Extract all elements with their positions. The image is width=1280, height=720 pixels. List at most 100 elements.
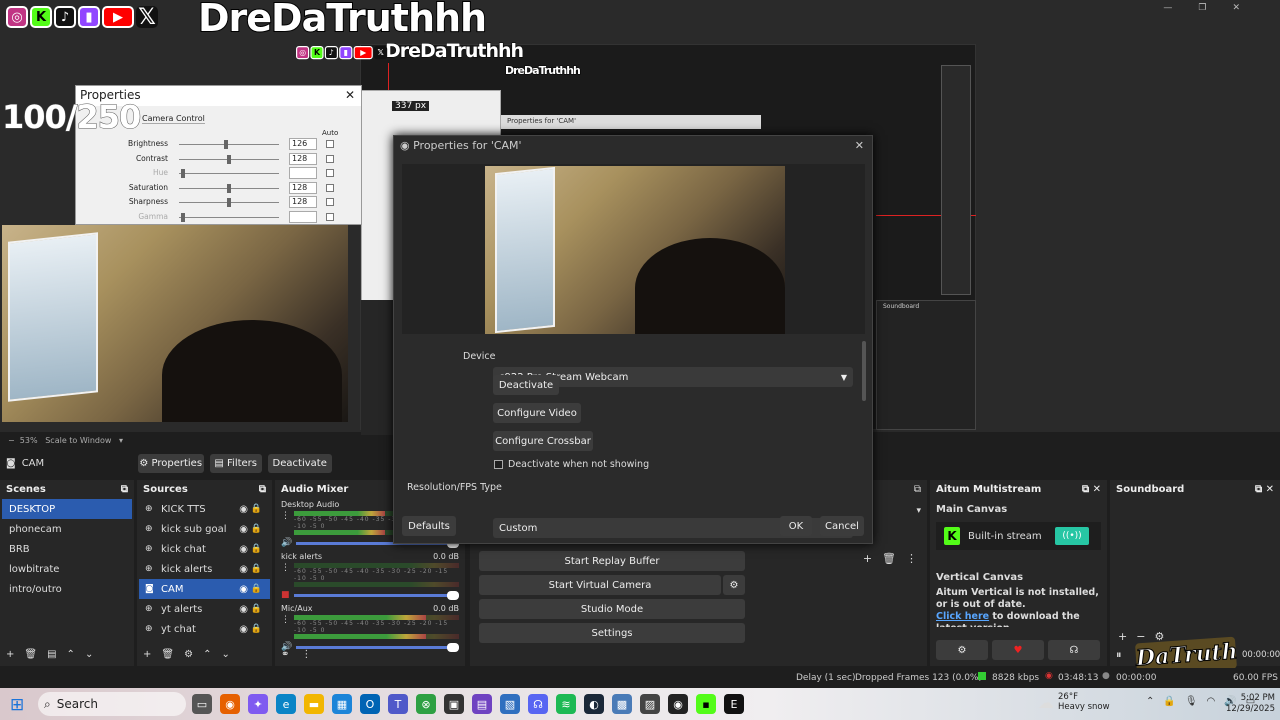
defaults-button[interactable]: Defaults [402, 516, 456, 536]
slider-knob[interactable] [227, 154, 231, 164]
wifi-icon[interactable]: ◠ [1207, 696, 1216, 707]
epic-icon[interactable]: E [724, 694, 744, 714]
source-item[interactable]: ⊕ KICK TTS ◉ 🔒 [139, 499, 270, 519]
start-replay-buffer-button[interactable]: Start Replay Buffer [479, 551, 745, 571]
copilot-icon[interactable]: ✦ [248, 694, 268, 714]
chevron-up-icon[interactable]: ⌃ [67, 649, 75, 660]
scene-item[interactable]: BRB [2, 539, 132, 559]
chevron-up-icon[interactable]: ⌃ [1146, 696, 1154, 707]
settings-button[interactable]: Settings [479, 623, 745, 643]
kebab-menu-icon[interactable]: ⋮ [281, 511, 290, 535]
kick-icon[interactable]: ▪ [696, 694, 716, 714]
auto-checkbox[interactable] [326, 198, 334, 206]
slider-knob[interactable] [181, 212, 185, 222]
chevron-down-icon[interactable]: ▾ [916, 506, 921, 516]
trash-icon[interactable]: 🗑 [24, 649, 37, 660]
steam-icon[interactable]: ◐ [584, 694, 604, 714]
dock-window-icons[interactable]: ⧉ ✕ [1255, 484, 1274, 495]
camera-prop-value[interactable]: 128 [289, 152, 317, 165]
task-view-icon[interactable]: ▭ [192, 694, 212, 714]
auto-checkbox[interactable] [326, 183, 334, 192]
source-item[interactable]: ◙ CAM ◉ 🔒 [139, 579, 270, 599]
trash-icon[interactable]: 🗑 [161, 649, 174, 660]
app-icon[interactable]: ▧ [500, 694, 520, 714]
scene-item[interactable]: phonecam [2, 519, 132, 539]
add-icon[interactable]: + [6, 649, 14, 660]
deactivate-button[interactable]: Deactivate [267, 453, 332, 473]
undock-icon[interactable]: ⧉ [121, 484, 128, 495]
ok-button[interactable]: OK [780, 516, 812, 536]
eye-icon[interactable]: ◉ [239, 604, 248, 615]
scene-item[interactable]: lowbitrate [2, 559, 132, 579]
eye-icon[interactable]: ◉ [239, 524, 248, 535]
weather-widget[interactable]: 26°F Heavy snow [1058, 692, 1110, 712]
camera-prop-value[interactable]: 128 [289, 181, 317, 194]
xbox-icon[interactable]: ⊗ [416, 694, 436, 714]
windows-start-icon[interactable]: ⊞ [10, 695, 24, 715]
eye-icon[interactable]: ◉ [239, 564, 248, 575]
edge-icon[interactable]: e [276, 694, 296, 714]
auto-checkbox[interactable] [326, 169, 334, 177]
tab-camera-control[interactable]: Camera Control [142, 114, 205, 124]
close-window-icon[interactable]: ✕ [1232, 3, 1266, 13]
close-icon[interactable]: ✕ [855, 139, 864, 152]
discord-icon[interactable]: ☊ [528, 694, 548, 714]
source-item[interactable]: ⊕ yt alerts ◉ 🔒 [139, 599, 270, 619]
minimize-icon[interactable]: — [1163, 3, 1198, 13]
lock-icon[interactable]: 🔒 [251, 524, 262, 534]
slider-knob[interactable] [181, 169, 185, 178]
camera-prop-slider[interactable] [179, 198, 279, 207]
dock-window-icons[interactable]: ⧉ ✕ [1082, 484, 1101, 495]
firefox-icon[interactable]: ◉ [220, 694, 240, 714]
app-icon[interactable]: ▨ [640, 694, 660, 714]
lock-icon[interactable]: 🔒 [251, 504, 262, 514]
scale-mode[interactable]: Scale to Window [45, 436, 111, 445]
deactivate-checkbox[interactable] [494, 460, 503, 469]
camera-prop-value[interactable] [289, 210, 317, 223]
scene-item[interactable]: DESKTOP [2, 499, 132, 519]
slider-knob[interactable] [447, 642, 459, 652]
lock-icon[interactable]: 🔒 [251, 624, 262, 634]
cancel-button[interactable]: Cancel [820, 516, 864, 536]
store-icon[interactable]: ▦ [332, 694, 352, 714]
filters-button[interactable]: ▤ Filters [209, 453, 262, 473]
scene-item[interactable]: intro/outro [2, 579, 132, 599]
lock-icon[interactable]: 🔒 [251, 564, 262, 574]
app-icon[interactable]: ▤ [472, 694, 492, 714]
camera-prop-value[interactable]: 128 [289, 196, 317, 208]
auto-checkbox[interactable] [326, 140, 334, 148]
volume-slider[interactable] [293, 590, 459, 600]
auto-checkbox[interactable] [326, 154, 334, 163]
minus-icon[interactable]: − [8, 436, 15, 445]
pause-icon[interactable]: ⏸ [1116, 648, 1122, 662]
camera-prop-slider[interactable] [179, 154, 279, 164]
discord-button[interactable]: ☊ [1048, 640, 1100, 660]
add-icon[interactable]: + [143, 649, 151, 660]
source-item[interactable]: ⊕ kick alerts ◉ 🔒 [139, 559, 270, 579]
maximize-icon[interactable]: ❐ [1198, 3, 1232, 13]
source-item[interactable]: ⊕ kick chat ◉ 🔒 [139, 539, 270, 559]
chevron-up-icon[interactable]: ⌃ [203, 649, 211, 660]
lock-icon[interactable]: 🔒 [251, 604, 262, 614]
slider-knob[interactable] [227, 198, 231, 207]
webcam-feed[interactable] [2, 225, 348, 422]
gear-icon[interactable]: ⚙ [184, 649, 193, 660]
app-icon[interactable]: ▩ [612, 694, 632, 714]
donate-button[interactable]: ♥ [992, 640, 1044, 660]
trash-icon[interactable]: 🗑 [882, 552, 896, 565]
deactivate-device-button[interactable]: Deactivate [493, 375, 559, 395]
kebab-menu-icon[interactable]: ⋮ [281, 563, 290, 587]
outlook-icon[interactable]: O [360, 694, 380, 714]
camera-prop-slider[interactable] [179, 169, 279, 178]
clock[interactable]: 5:02 PM 12/29/2025 [1226, 693, 1275, 715]
source-item[interactable]: ⊕ yt chat ◉ 🔒 [139, 619, 270, 639]
lock-icon[interactable]: 🔒 [251, 584, 262, 594]
add-icon[interactable]: + [863, 552, 872, 565]
mic-icon[interactable]: 🎙 [1185, 696, 1198, 707]
click-here-link[interactable]: Click here [936, 611, 989, 622]
slider-knob[interactable] [224, 140, 228, 149]
eye-icon[interactable]: ◉ [239, 544, 248, 555]
kebab-menu-icon[interactable]: ⋮ [301, 649, 311, 660]
virtual-camera-settings-button[interactable]: ⚙ [723, 575, 745, 595]
lock-icon[interactable]: 🔒 [251, 544, 262, 554]
